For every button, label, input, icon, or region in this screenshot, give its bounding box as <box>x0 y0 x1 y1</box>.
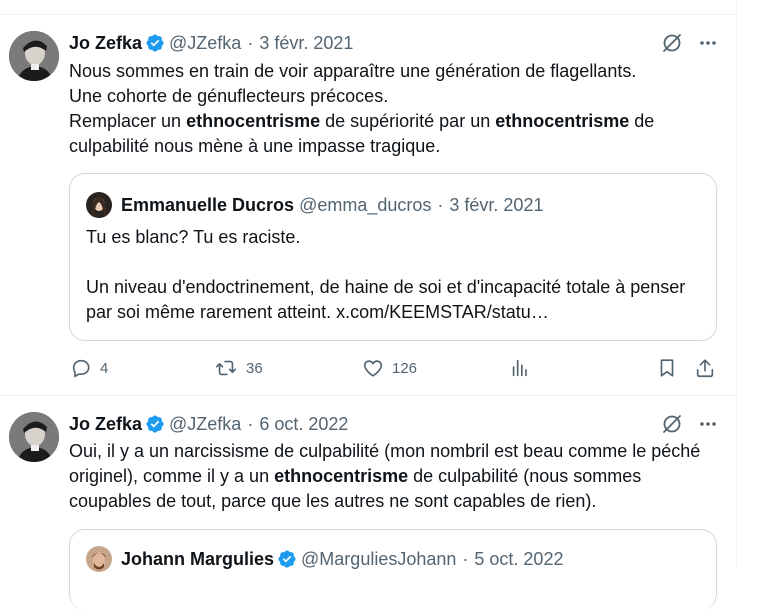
keyword: ethnocentrisme <box>495 111 630 131</box>
tweet-date[interactable]: 6 oct. 2022 <box>259 414 348 435</box>
quote-line: Tu es blanc? Tu es raciste. <box>86 227 301 247</box>
more-icon[interactable] <box>698 414 718 434</box>
tweet-line: Une cohorte de génuflecteurs précoces. <box>69 86 389 106</box>
like-icon <box>362 357 384 379</box>
like-count: 126 <box>392 359 418 377</box>
author-handle[interactable]: @JZefka <box>169 414 241 435</box>
quote-author-name: Emmanuelle Ducros <box>121 194 295 215</box>
tweet-header: Jo Zefka @JZefka · 6 oct. 2022 <box>69 412 348 436</box>
verified-badge-icon <box>145 414 165 434</box>
reply-button[interactable]: 4 <box>70 355 108 381</box>
text-segment: de supériorité par un <box>320 111 496 131</box>
reply-count: 4 <box>100 359 109 377</box>
author-name[interactable]: Jo Zefka <box>69 33 142 54</box>
share-icon <box>694 357 716 379</box>
retweet-button[interactable]: 36 <box>214 355 263 381</box>
right-margin <box>737 0 776 567</box>
tweet-actions: 4 36 126 <box>60 355 730 381</box>
quote-author-handle: @MarguliesJohann <box>301 548 457 569</box>
share-button[interactable] <box>694 355 716 381</box>
tweet-text: Nous sommes en train de voir apparaître … <box>69 59 719 159</box>
views-icon <box>509 357 531 379</box>
separator-dot: · <box>462 548 469 569</box>
avatar[interactable] <box>9 412 59 462</box>
grok-icon[interactable] <box>660 412 684 436</box>
text-segment: Remplacer un <box>69 111 187 131</box>
separator-dot: · <box>247 32 254 53</box>
verified-badge-icon <box>277 549 297 569</box>
quote-text: Tu es blanc? Tu es raciste. Un niveau d'… <box>86 225 706 325</box>
separator-dot: · <box>247 413 254 434</box>
quoted-tweet[interactable]: Johann Margulies @MarguliesJohann · 5 oc… <box>69 529 717 610</box>
quote-author-name: Johann Margulies <box>121 548 275 569</box>
verified-badge-icon <box>145 33 165 53</box>
more-icon[interactable] <box>698 33 718 53</box>
like-button[interactable]: 126 <box>362 355 417 381</box>
quote-header: Emmanuelle Ducros @emma_ducros · 3 févr.… <box>86 192 543 218</box>
separator-dot: · <box>437 194 444 215</box>
quote-date: 3 févr. 2021 <box>449 194 544 215</box>
author-handle[interactable]: @JZefka <box>169 33 241 54</box>
grok-icon[interactable] <box>660 31 684 55</box>
quote-avatar <box>86 192 112 218</box>
tweet[interactable]: Jo Zefka @JZefka · 6 oct. 2022 Oui, il y… <box>0 396 736 610</box>
tweet-date[interactable]: 3 févr. 2021 <box>259 33 353 54</box>
quote-line: Un niveau d'endoctrinement, de haine de … <box>86 277 686 322</box>
views-button[interactable] <box>509 355 531 381</box>
tweet[interactable]: Jo Zefka @JZefka · 3 févr. 2021 Nous som… <box>0 0 736 395</box>
quote-avatar <box>86 546 112 572</box>
retweet-icon <box>214 357 238 379</box>
quote-header: Johann Margulies @MarguliesJohann · 5 oc… <box>86 546 563 572</box>
quote-date: 5 oct. 2022 <box>474 548 564 569</box>
bookmark-button[interactable] <box>656 355 678 381</box>
author-name[interactable]: Jo Zefka <box>69 414 142 435</box>
bookmark-icon <box>656 357 678 379</box>
keyword: ethnocentrisme <box>186 111 321 131</box>
tweet-line: Nous sommes en train de voir apparaître … <box>69 61 637 81</box>
retweet-count: 36 <box>246 359 263 377</box>
tweet-header: Jo Zefka @JZefka · 3 févr. 2021 <box>69 31 353 55</box>
quoted-tweet[interactable]: Emmanuelle Ducros @emma_ducros · 3 févr.… <box>69 173 717 341</box>
reply-icon <box>70 357 92 379</box>
keyword: ethnocentrisme <box>274 466 409 486</box>
avatar[interactable] <box>9 31 59 81</box>
quote-author-handle: @emma_ducros <box>299 194 432 215</box>
tweet-text: Oui, il y a un narcissisme de culpabilit… <box>69 439 719 514</box>
